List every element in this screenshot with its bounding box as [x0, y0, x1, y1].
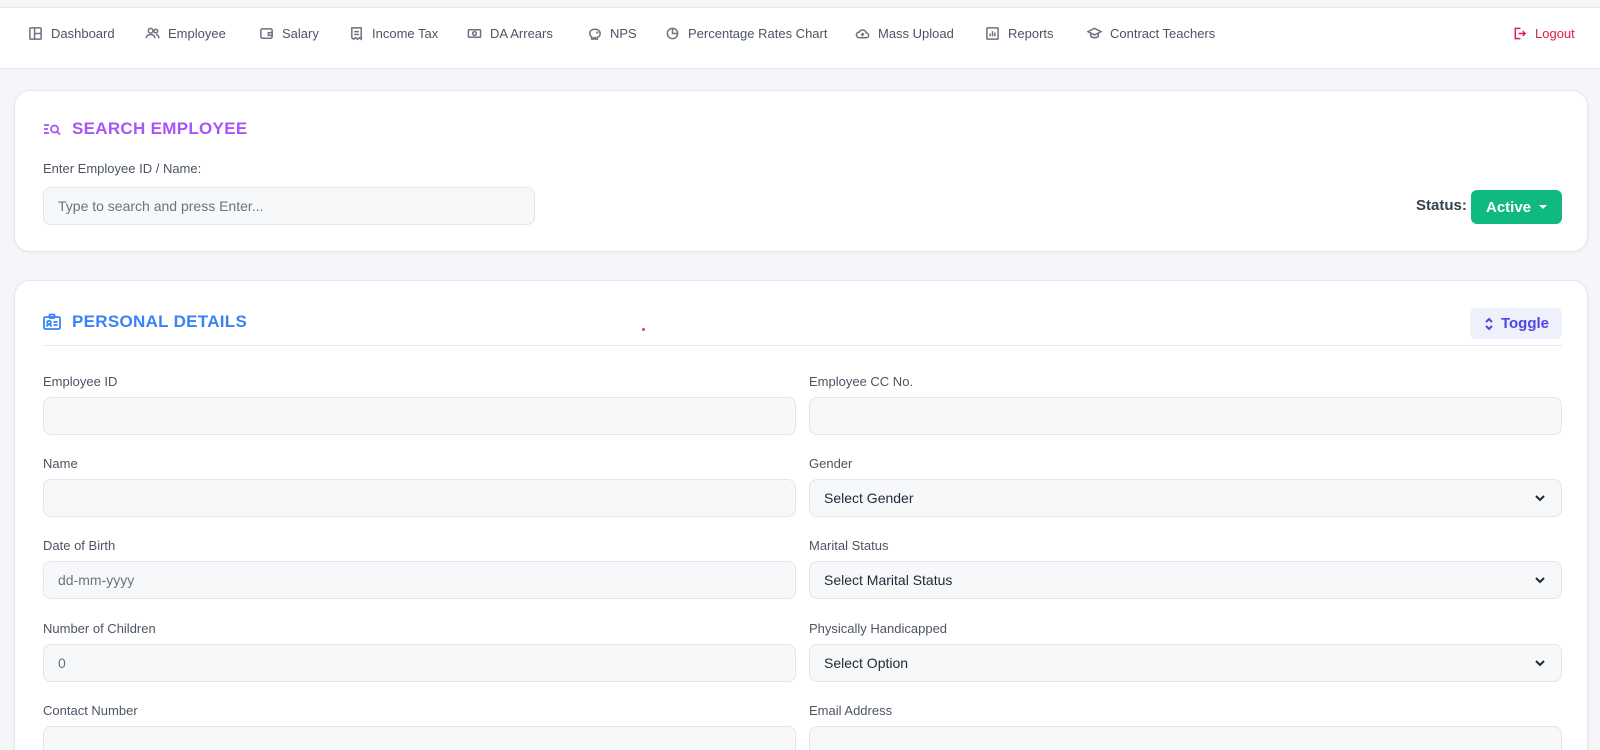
money-icon [467, 29, 482, 38]
nav-dashboard[interactable]: Dashboard [28, 26, 115, 41]
nav-income-tax-label: Income Tax [372, 26, 439, 41]
personal-details-card: PERSONAL DETAILS Toggle Employee ID Empl… [14, 280, 1588, 750]
employee-id-label: Employee ID [43, 374, 118, 389]
search-employee-title: SEARCH EMPLOYEE [72, 119, 248, 138]
red-dot-marker [642, 328, 645, 331]
gender-label: Gender [809, 456, 853, 471]
children-label: Number of Children [43, 621, 156, 636]
marital-status-label: Marital Status [809, 538, 889, 553]
nav-contract-teachers[interactable]: Contract Teachers [1087, 26, 1215, 41]
nav-income-tax[interactable]: Income Tax [349, 26, 438, 41]
wallet-icon [260, 28, 273, 39]
nav-nps-label: NPS [610, 26, 637, 41]
nav-salary-label: Salary [282, 26, 319, 41]
contact-label: Contact Number [43, 703, 138, 718]
name-label: Name [43, 456, 78, 471]
top-navbar: Dashboard Employee Salary Income Tax DA … [0, 7, 1600, 69]
logout-button[interactable]: Logout [1512, 26, 1575, 41]
nav-mass-upload[interactable]: Mass Upload [855, 26, 954, 41]
toggle-button[interactable]: Toggle [1470, 308, 1562, 339]
search-input[interactable]: Type to search and press Enter... [43, 187, 535, 225]
pie-chart-icon [666, 27, 679, 40]
employee-cc-label: Employee CC No. [809, 374, 914, 389]
status-label: Status: [1416, 197, 1467, 214]
employee-id-field[interactable] [43, 397, 796, 435]
contact-field[interactable] [43, 726, 796, 750]
nav-employee[interactable]: Employee [145, 26, 226, 41]
gender-value: Select Gender [824, 490, 914, 506]
search-employee-heading: SEARCH EMPLOYEE [42, 119, 247, 139]
handicapped-value: Select Option [824, 655, 909, 671]
status-dropdown-button[interactable]: Active [1471, 190, 1562, 224]
employee-cc-field[interactable] [809, 397, 1562, 435]
children-value: 0 [58, 655, 66, 671]
search-input-placeholder: Type to search and press Enter... [58, 198, 264, 214]
search-list-icon [44, 124, 61, 136]
cloud-upload-icon [855, 29, 870, 39]
dashboard-icon [29, 27, 42, 40]
users-icon [145, 27, 160, 39]
marital-status-select[interactable]: Select Marital Status [809, 561, 1562, 599]
toggle-label: Toggle [1500, 315, 1550, 332]
nav-percentage-rates-label: Percentage Rates Chart [688, 26, 828, 41]
report-icon [986, 27, 999, 40]
nav-da-arrears[interactable]: DA Arrears [467, 26, 553, 41]
logout-label: Logout [1535, 26, 1575, 41]
name-field[interactable] [43, 479, 796, 517]
graduation-cap-icon [1087, 27, 1102, 39]
chevron-down-icon [1535, 660, 1545, 667]
search-employee-card: SEARCH EMPLOYEE Enter Employee ID / Name… [14, 90, 1588, 252]
nav-da-arrears-label: DA Arrears [490, 26, 553, 41]
email-label: Email Address [809, 703, 893, 718]
personal-details-title: PERSONAL DETAILS [72, 312, 248, 331]
email-field[interactable] [809, 726, 1562, 750]
dob-label: Date of Birth [43, 538, 116, 553]
nav-reports[interactable]: Reports [985, 26, 1054, 41]
receipt-icon [351, 27, 362, 41]
gender-select[interactable]: Select Gender [809, 479, 1562, 517]
personal-details-heading: PERSONAL DETAILS [42, 312, 247, 332]
chevron-down-icon [1535, 577, 1545, 584]
nav-contract-teachers-label: Contract Teachers [1110, 26, 1216, 41]
search-field-label: Enter Employee ID / Name: [43, 161, 202, 176]
caret-down-icon [1539, 205, 1548, 209]
handicapped-label: Physically Handicapped [809, 621, 948, 636]
logout-icon [1514, 27, 1527, 40]
nav-mass-upload-label: Mass Upload [878, 26, 954, 41]
nav-salary[interactable]: Salary [259, 26, 319, 41]
nav-dashboard-label: Dashboard [51, 26, 115, 41]
nav-reports-label: Reports [1008, 26, 1054, 41]
id-card-icon [43, 313, 61, 330]
dob-value: dd-mm-yyyy [58, 572, 135, 588]
marital-status-value: Select Marital Status [824, 572, 953, 588]
nav-employee-label: Employee [168, 26, 226, 41]
children-field[interactable]: 0 [43, 644, 796, 682]
dob-field[interactable]: dd-mm-yyyy [43, 561, 796, 599]
status-value: Active [1485, 198, 1532, 216]
nav-percentage-rates[interactable]: Percentage Rates Chart [665, 26, 827, 41]
chevron-up-down-icon [1485, 317, 1493, 330]
piggy-bank-icon [589, 28, 601, 40]
chevron-down-icon [1535, 495, 1545, 502]
handicapped-select[interactable]: Select Option [809, 644, 1562, 682]
section-divider [43, 345, 1562, 346]
nav-nps[interactable]: NPS [587, 26, 637, 41]
